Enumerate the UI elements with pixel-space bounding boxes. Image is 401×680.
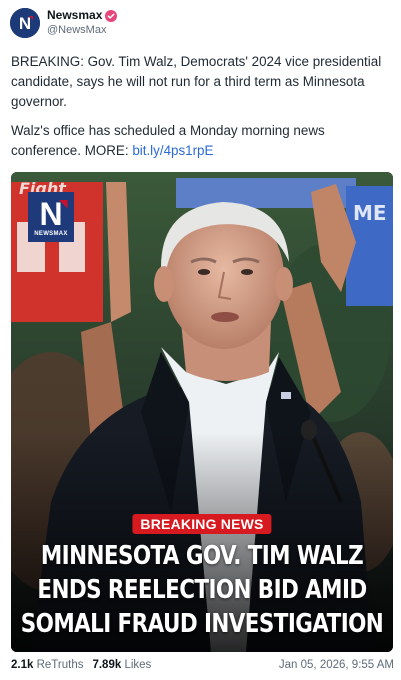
account-names: Newsmax @NewsMax <box>47 8 118 38</box>
logo-letter: N <box>39 195 63 232</box>
newsmax-logo: N NEWSMAX <box>28 192 74 242</box>
post-paragraph-1: BREAKING: Gov. Tim Walz, Democrats' 2024… <box>11 54 382 109</box>
breaking-news-badge: BREAKING NEWS <box>132 514 272 534</box>
post-text: BREAKING: Gov. Tim Walz, Democrats' 2024… <box>11 52 395 170</box>
retruths-stat[interactable]: 2.1k ReTruths <box>11 659 83 671</box>
post-footer: 2.1k ReTruths 7.89k Likes Jan 05, 2026, … <box>11 657 394 673</box>
headline-line-3: SOMALI FRAUD INVESTIGATION <box>20 609 384 640</box>
newsmax-logo-icon: N <box>10 8 40 38</box>
likes-count: 7.89k <box>92 659 122 671</box>
svg-text:N: N <box>19 14 31 33</box>
image-headline: MINNESOTA GOV. TIM WALZ ENDS REELECTION … <box>11 539 393 642</box>
avatar[interactable]: N <box>10 8 40 38</box>
likes-stat[interactable]: 7.89k Likes <box>92 659 151 671</box>
post-link[interactable]: bit.ly/4ps1rpE <box>132 143 213 158</box>
post-paragraph-2: Walz's office has scheduled a Monday mor… <box>11 121 395 161</box>
headline-line-2: ENDS REELECTION BID AMID <box>37 575 367 606</box>
post-image[interactable]: Fight ME N NEWSMAX BREAKING NEWS MINNESO… <box>11 172 393 652</box>
retruths-label: ReTruths <box>36 659 84 671</box>
likes-label: Likes <box>124 659 152 671</box>
svg-text:ME: ME <box>353 201 387 225</box>
headline-line-1: MINNESOTA GOV. TIM WALZ <box>40 541 364 571</box>
display-name[interactable]: Newsmax <box>47 8 102 23</box>
account-handle[interactable]: @NewsMax <box>47 23 117 38</box>
retruths-count: 2.1k <box>11 659 34 671</box>
post-header: N Newsmax @NewsMax <box>10 6 118 40</box>
verified-badge-icon <box>105 9 118 22</box>
post-timestamp[interactable]: Jan 05, 2026, 9:55 AM <box>279 659 394 671</box>
